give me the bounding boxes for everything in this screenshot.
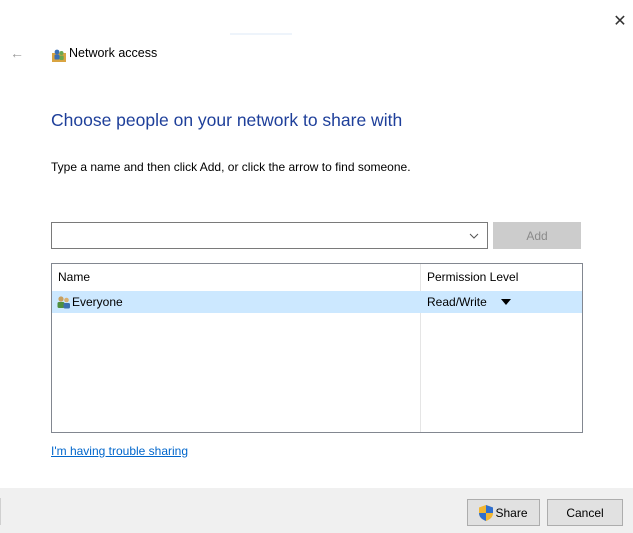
share-button[interactable]: Share <box>467 499 540 526</box>
close-icon[interactable]: ✕ <box>612 14 628 30</box>
cancel-button[interactable]: Cancel <box>547 499 623 526</box>
list-header: Name Permission Level <box>52 264 582 290</box>
add-button[interactable]: Add <box>493 222 581 249</box>
column-header-name[interactable]: Name <box>58 270 90 284</box>
instruction-text: Type a name and then click Add, or click… <box>51 160 411 174</box>
row-name: Everyone <box>72 295 123 309</box>
name-combobox[interactable] <box>51 222 488 249</box>
caret-down-icon[interactable] <box>501 299 511 306</box>
row-permission[interactable]: Read/Write <box>427 295 487 309</box>
footer-divider <box>0 498 1 525</box>
network-people-icon <box>52 49 66 62</box>
title-strip-decoration <box>230 33 292 35</box>
column-divider <box>420 264 421 432</box>
uac-shield-icon <box>479 504 494 521</box>
name-input[interactable] <box>54 225 462 246</box>
share-button-label: Share <box>495 505 528 520</box>
column-header-permission[interactable]: Permission Level <box>427 270 518 284</box>
people-list[interactable]: Name Permission Level Everyone Read/Writ… <box>51 263 583 433</box>
chevron-down-icon[interactable] <box>469 232 479 240</box>
users-group-icon <box>57 296 70 309</box>
trouble-sharing-link[interactable]: I'm having trouble sharing <box>51 444 188 458</box>
window-title: Network access <box>69 46 158 60</box>
back-arrow-icon[interactable]: ← <box>10 45 26 61</box>
page-heading: Choose people on your network to share w… <box>51 110 403 130</box>
table-row[interactable]: Everyone Read/Write <box>52 291 582 313</box>
